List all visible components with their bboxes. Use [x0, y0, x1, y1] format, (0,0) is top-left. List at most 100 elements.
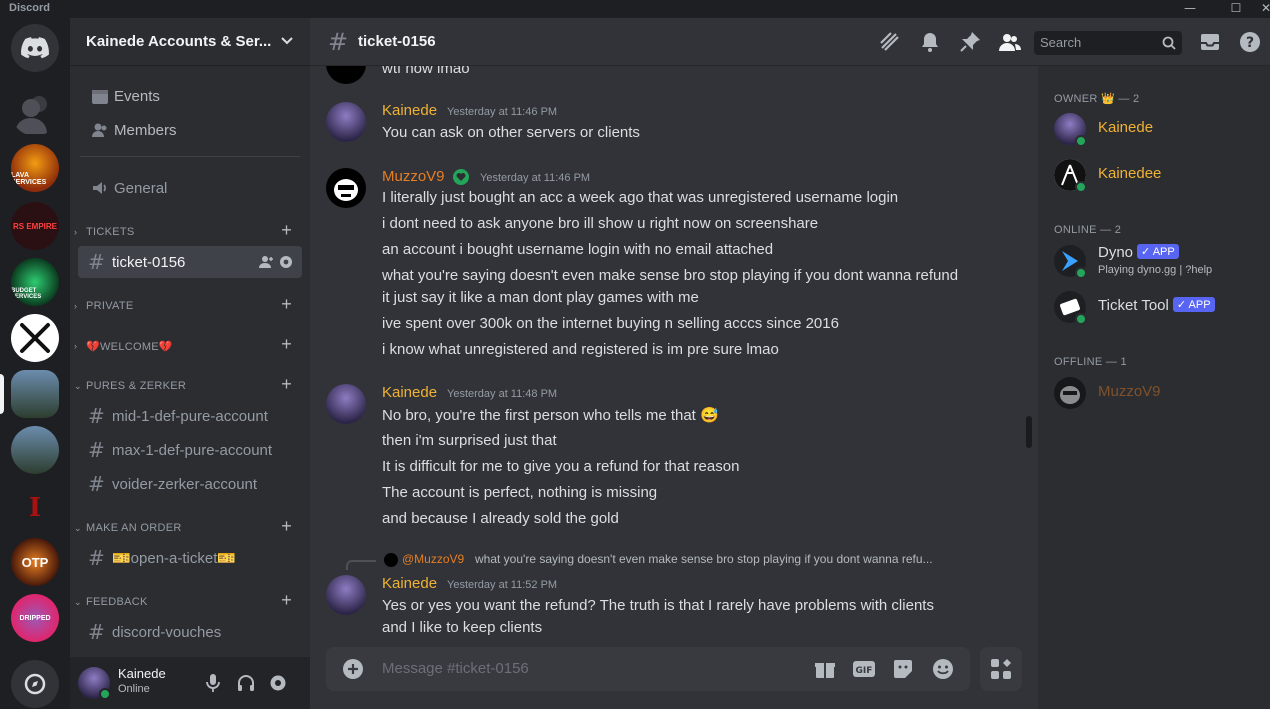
notification-bell-icon[interactable] [918, 30, 942, 54]
channel-open-a-ticket[interactable]: # 🎫open-a-ticket🎫 [78, 542, 302, 574]
add-channel-icon[interactable]: + [281, 516, 292, 537]
server-icon-rs-empire[interactable]: RS EMPIRE [11, 202, 59, 250]
add-channel-icon[interactable]: + [281, 374, 292, 395]
avatar[interactable] [326, 575, 366, 615]
server-icon-lava[interactable]: LAVA SERVICES [11, 144, 59, 192]
sidebar-item-general-voice[interactable]: General [78, 172, 302, 204]
search-input[interactable]: Search [1034, 31, 1182, 55]
minimize-icon[interactable]: — [1174, 0, 1206, 18]
category-welcome[interactable]: › 💔WELCOME💔 + [74, 334, 302, 356]
member-list-icon[interactable] [998, 30, 1022, 54]
member-item[interactable]: Dyno ✓ APP Playing dyno.gg | ?help [1054, 242, 1264, 284]
message-timestamp: Yesterday at 11:46 PM [447, 106, 558, 118]
channel-max-1-def-pure-account[interactable]: # max-1-def-pure-account [78, 434, 302, 466]
category-private[interactable]: › PRIVATE + [74, 294, 302, 316]
gif-icon[interactable]: GIF [852, 658, 876, 680]
avatar[interactable] [326, 384, 366, 424]
hash-icon: # [88, 250, 105, 274]
message-line: what you're saying doesn't even make sen… [382, 267, 959, 284]
online-status-dot [1075, 267, 1087, 279]
member-activity: Playing dyno.gg | ?help [1098, 264, 1213, 276]
category-make-an-order[interactable]: ⌄ MAKE AN ORDER + [74, 516, 302, 538]
server-icon-red-emblem[interactable]: I [11, 484, 59, 532]
server-icon-swords[interactable] [11, 314, 59, 362]
home-button[interactable] [11, 24, 59, 72]
add-channel-icon[interactable]: + [281, 220, 292, 241]
message-line: it just say it like a man dont play game… [382, 289, 699, 306]
verified-heart-badge-icon [453, 169, 469, 185]
message-author[interactable]: Kainede [382, 575, 437, 592]
category-label: PURES & ZERKER [86, 380, 187, 392]
category-feedback[interactable]: ⌄ FEEDBACK + [74, 590, 302, 612]
add-channel-icon[interactable]: + [281, 590, 292, 611]
reply-preview[interactable]: what you're saying doesn't even make sen… [475, 552, 933, 566]
avatar[interactable] [326, 66, 366, 84]
hash-icon: # [328, 28, 349, 56]
category-pures-zerker[interactable]: ⌄ PURES & ZERKER + [74, 374, 302, 396]
server-header[interactable]: Kainede Accounts & Ser... [70, 18, 310, 66]
message-author[interactable]: Kainede [382, 384, 437, 401]
member-item[interactable]: Kainede [1054, 110, 1264, 152]
avatar[interactable] [326, 102, 366, 142]
message-author[interactable]: MuzzoV9 [382, 168, 445, 185]
sidebar-item-members[interactable]: Members [78, 114, 302, 146]
server-icon-kainede[interactable] [11, 370, 59, 418]
gear-icon[interactable] [278, 254, 294, 270]
channel-mid-1-def-pure-account[interactable]: # mid-1-def-pure-account [78, 400, 302, 432]
category-tickets[interactable]: › TICKETS + [74, 220, 302, 242]
avatar [1054, 377, 1086, 409]
channel-label: 🎫open-a-ticket🎫 [112, 550, 237, 567]
sticker-icon[interactable] [892, 658, 914, 680]
channel-ticket-0156[interactable]: # ticket-0156 [78, 246, 302, 278]
invite-member-icon[interactable] [258, 254, 274, 270]
discord-logo-icon [21, 37, 49, 59]
close-icon[interactable]: ✕ [1250, 0, 1270, 18]
maximize-icon[interactable]: ☐ [1220, 0, 1252, 18]
member-name: MuzzoV9 [1098, 383, 1161, 400]
message-composer[interactable]: Message #ticket-0156 GIF [326, 647, 970, 691]
channel-label: ticket-0156 [112, 253, 186, 271]
discover-servers-button[interactable] [11, 660, 59, 708]
server-icon-kainede-2[interactable] [11, 426, 59, 474]
sidebar-item-label: Events [114, 87, 160, 105]
headphones-icon[interactable] [236, 673, 256, 693]
threads-icon[interactable] [878, 30, 902, 54]
channel-discord-vouches[interactable]: # discord-vouches [78, 616, 302, 648]
search-icon [1162, 36, 1176, 50]
member-item[interactable]: Kainedee [1054, 156, 1264, 198]
server-icon-budget[interactable]: BUDGET SERVICES [11, 258, 59, 306]
add-channel-icon[interactable]: + [281, 334, 292, 355]
member-name: Ticket Tool [1098, 297, 1169, 314]
message-line: i dont need to ask anyone bro ill show u… [382, 215, 819, 232]
avatar[interactable] [326, 168, 366, 208]
search-placeholder: Search [1040, 35, 1082, 50]
add-channel-icon[interactable]: + [281, 294, 292, 315]
microphone-icon[interactable] [204, 673, 222, 693]
channel-voider-zerker-account[interactable]: # voider-zerker-account [78, 468, 302, 500]
server-icon-otp[interactable]: OTP [11, 538, 59, 586]
reply-connector [346, 560, 376, 570]
inbox-icon[interactable] [1198, 30, 1222, 54]
sidebar-item-label: Members [114, 121, 177, 139]
message-line: i know what unregistered and registered … [382, 341, 779, 358]
member-item[interactable]: MuzzoV9 [1054, 374, 1264, 416]
sidebar-item-events[interactable]: Events [78, 80, 302, 112]
member-item[interactable]: Ticket Tool ✓ APP [1054, 288, 1264, 330]
settings-gear-icon[interactable] [268, 673, 288, 693]
help-icon[interactable]: ? [1238, 30, 1262, 54]
server-icon-dripped[interactable]: DRIPPED [11, 594, 59, 642]
reply-author[interactable]: @MuzzoV9 [402, 552, 464, 566]
apps-button[interactable] [980, 647, 1022, 691]
category-label: MAKE AN ORDER [86, 522, 182, 534]
channel-label: max-1-def-pure-account [112, 441, 273, 459]
online-status-dot [1075, 181, 1087, 193]
pin-icon[interactable] [958, 30, 982, 54]
server-icon-dm-people[interactable] [11, 88, 59, 136]
sidebar-item-label: General [114, 179, 168, 197]
message-author[interactable]: Kainede [382, 102, 437, 119]
svg-text:GIF: GIF [856, 666, 873, 676]
emoji-icon[interactable] [932, 658, 954, 680]
scrollbar-thumb[interactable] [1026, 416, 1032, 448]
gift-icon[interactable] [814, 658, 836, 680]
add-attachment-icon[interactable] [342, 658, 364, 680]
